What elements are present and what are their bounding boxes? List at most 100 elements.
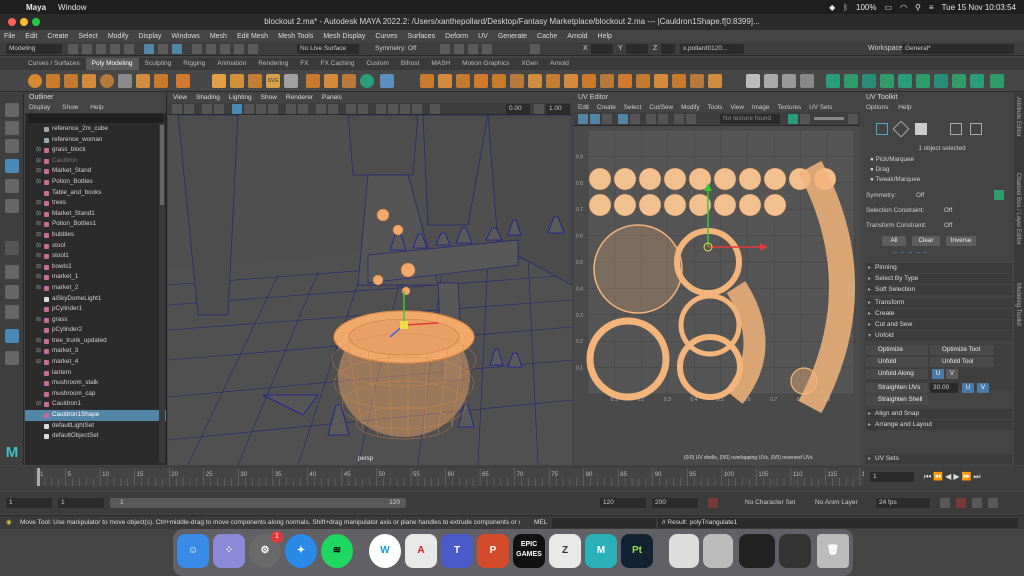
uvt-vertex-mode-icon[interactable] xyxy=(876,123,888,135)
uvt-section-soft-selection[interactable]: Soft Selection xyxy=(866,285,1012,295)
y-field[interactable] xyxy=(626,44,648,54)
open-scene-icon[interactable] xyxy=(82,44,92,54)
select-tool-icon[interactable] xyxy=(5,103,19,117)
svg-icon[interactable]: SVG xyxy=(266,74,280,88)
recent-doc-2-icon[interactable] xyxy=(703,534,733,568)
ipr-render-icon[interactable] xyxy=(454,44,464,54)
spherical-uv-icon[interactable] xyxy=(862,74,876,88)
uvt-edge-mode-icon[interactable] xyxy=(892,120,910,138)
save-scene-icon[interactable] xyxy=(96,44,106,54)
menu-windows[interactable]: Windows xyxy=(171,33,199,40)
window-menu[interactable]: Window xyxy=(58,3,86,12)
uv-distortion-icon[interactable] xyxy=(788,114,798,124)
uv-menu-modify[interactable]: Modify xyxy=(681,104,700,111)
anim-layer-dropdown[interactable]: No Anim Layer xyxy=(812,498,866,508)
uvt-section-pinning[interactable]: Pinning xyxy=(866,263,1012,273)
maya-dock-icon[interactable]: M xyxy=(585,534,617,568)
uvt-mode-pick-marquee[interactable]: ● Pick/Marquee xyxy=(870,156,914,163)
safe-action-icon[interactable] xyxy=(400,104,410,114)
substance-painter-icon[interactable]: Pt xyxy=(621,534,653,568)
minimize-window-icon[interactable] xyxy=(20,18,28,26)
bridge-icon[interactable] xyxy=(438,74,452,88)
append-icon[interactable] xyxy=(456,74,470,88)
gamma-field[interactable]: 1.00 xyxy=(546,104,570,114)
cut-uv-icon[interactable] xyxy=(952,74,966,88)
shelf-tab-poly-modeling[interactable]: Poly Modeling xyxy=(85,58,139,70)
spin-edge-icon[interactable] xyxy=(800,74,814,88)
menu-help[interactable]: Help xyxy=(598,33,612,40)
expand-icon[interactable]: ⊞ xyxy=(36,156,41,167)
multi-cut-icon[interactable] xyxy=(380,74,394,88)
viewport-menu-renderer[interactable]: Renderer xyxy=(286,94,313,101)
teams-icon[interactable]: T xyxy=(441,534,473,568)
control-center-icon[interactable]: ≡ xyxy=(929,3,934,12)
poly-plane-icon[interactable] xyxy=(118,74,132,88)
arnold-icon[interactable] xyxy=(530,44,540,54)
insert-edge-loop-icon[interactable] xyxy=(492,74,506,88)
uvt-straighten-v-button[interactable]: V xyxy=(977,383,989,393)
uv-canvas[interactable]: 0.10.10.20.20.30.30.40.40.50.50.60.60.70… xyxy=(574,127,860,465)
xray-icon[interactable] xyxy=(298,104,308,114)
spotify-icon[interactable]: ≋ xyxy=(321,534,353,568)
shelf-tab-custom[interactable]: Custom xyxy=(360,58,394,70)
uvt-clear-button[interactable]: Clear xyxy=(912,236,940,246)
film-gate-icon[interactable] xyxy=(214,104,224,114)
smooth-icon[interactable] xyxy=(248,74,262,88)
uv-menu-view[interactable]: View xyxy=(730,104,744,111)
uv-vertex-select-icon[interactable] xyxy=(630,114,640,124)
uvt-unfold-button[interactable]: Unfold xyxy=(866,357,928,367)
aa-icon[interactable] xyxy=(358,104,368,114)
side-layout-icon[interactable] xyxy=(5,305,19,319)
menu-file[interactable]: File xyxy=(4,33,15,40)
prefs-icon[interactable] xyxy=(988,498,998,508)
combine-icon[interactable] xyxy=(212,74,226,88)
connect-icon[interactable] xyxy=(582,74,596,88)
expand-icon[interactable]: ⊞ xyxy=(36,399,41,410)
mirror-icon[interactable] xyxy=(306,74,320,88)
uvt-optimize-tool-button[interactable]: Optimize Tool xyxy=(930,345,994,355)
lights-icon[interactable] xyxy=(268,104,278,114)
outliner-item[interactable]: ⊞ stool xyxy=(25,241,166,252)
battery-icon[interactable]: ▭ xyxy=(885,3,893,12)
timeline[interactable]: 1 5 10 15 20 25 30 35 40 45 50 55 60 65 70 75 80 85 90 95 10… xyxy=(34,468,873,486)
outliner-item[interactable]: ⊞ trees xyxy=(25,198,166,209)
poly-torus-icon[interactable] xyxy=(100,74,114,88)
ssao-icon[interactable] xyxy=(328,104,338,114)
uvt-section-select-by-type[interactable]: Select By Type xyxy=(866,274,1012,284)
uv-checker-icon[interactable] xyxy=(658,114,668,124)
triangulate-icon[interactable] xyxy=(654,74,668,88)
zbrush-icon[interactable]: Z xyxy=(549,534,581,568)
uvt-symmetry-icon[interactable] xyxy=(994,190,1004,200)
uvt-symmetry-value[interactable]: Off xyxy=(916,192,924,199)
wifi-icon[interactable]: ◠ xyxy=(900,3,907,12)
snap-curve-icon[interactable] xyxy=(206,44,216,54)
search-icon[interactable]: ⚲ xyxy=(915,3,921,12)
automatic-uv-icon[interactable] xyxy=(880,74,894,88)
layout-uv-icon[interactable] xyxy=(934,74,948,88)
fill-hole-icon[interactable] xyxy=(474,74,488,88)
outliner-item[interactable]: ⊞ grass_block xyxy=(25,145,166,156)
zoom-window-icon[interactable] xyxy=(32,18,40,26)
render-settings-icon[interactable] xyxy=(468,44,478,54)
uv-shell-select-icon[interactable] xyxy=(590,114,600,124)
outliner-item[interactable]: mushroom_cap xyxy=(25,389,166,400)
wedge-icon[interactable] xyxy=(600,74,614,88)
uvt-help-menu[interactable]: Help xyxy=(898,104,911,111)
menu-curves[interactable]: Curves xyxy=(375,33,397,40)
uv-editor-icon[interactable] xyxy=(990,74,1004,88)
shelf-tab-xgen[interactable]: XGen xyxy=(515,58,544,70)
safe-title-icon[interactable] xyxy=(412,104,422,114)
planar-uv-icon[interactable] xyxy=(826,74,840,88)
user-account[interactable]: x.pollard0120... xyxy=(680,44,744,54)
expand-icon[interactable]: ⊞ xyxy=(36,346,41,357)
uvt-optimize-button[interactable]: Optimize xyxy=(866,345,928,355)
recent-window-2-icon[interactable] xyxy=(779,534,811,568)
reduce-icon[interactable] xyxy=(360,74,374,88)
uvt-section-transform[interactable]: Transform xyxy=(866,298,1012,308)
symmetry-dropdown[interactable]: Symmetry: Off xyxy=(372,44,424,54)
outliner-item[interactable]: aiSkyDomeLight1 xyxy=(25,294,166,305)
expand-icon[interactable]: ⊞ xyxy=(36,357,41,368)
expand-icon[interactable]: ⊞ xyxy=(36,262,41,273)
menu-display[interactable]: Display xyxy=(138,33,161,40)
select-hierarchy-icon[interactable] xyxy=(144,44,154,54)
